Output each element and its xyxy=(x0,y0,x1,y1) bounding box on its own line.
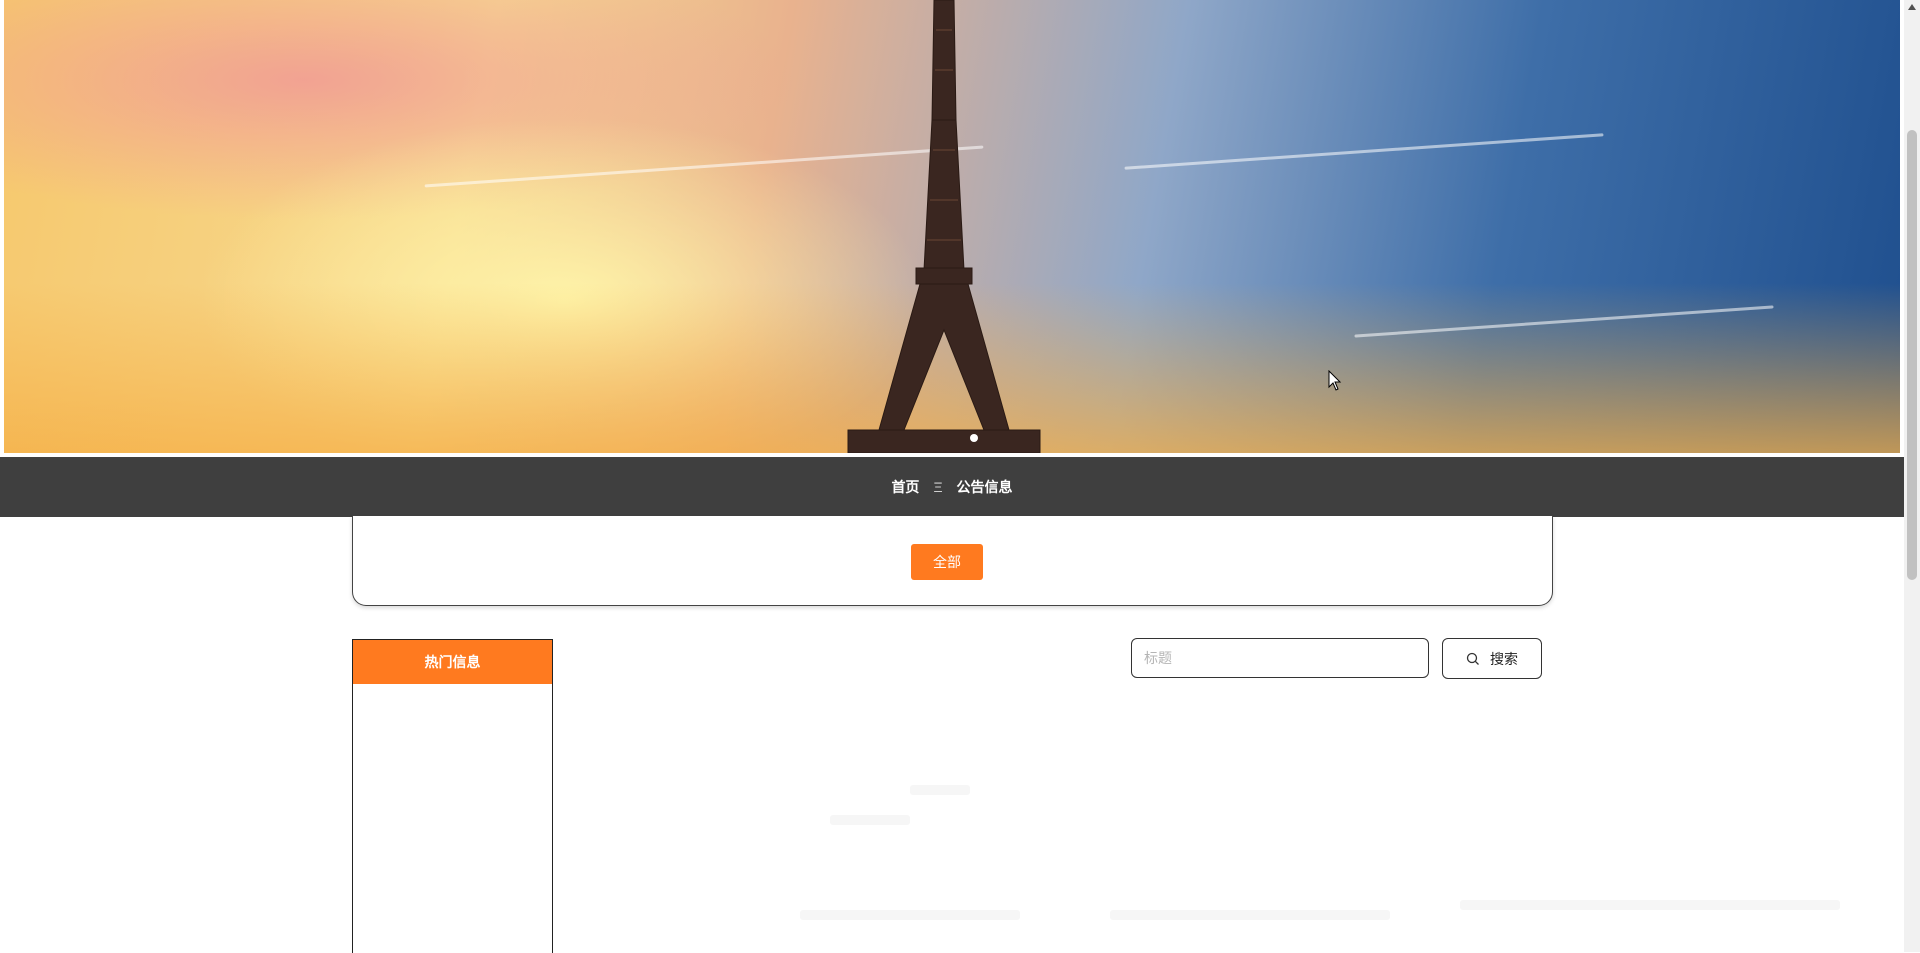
breadcrumb-current: 公告信息 xyxy=(956,479,1013,495)
category-all-button[interactable]: 全部 xyxy=(911,544,983,580)
hot-info-panel: 热门信息 xyxy=(352,639,553,953)
menu-icon: Ξ xyxy=(933,479,943,495)
page-scrollbar[interactable] xyxy=(1904,0,1920,952)
content-placeholder xyxy=(830,815,910,825)
scroll-up-arrow-icon[interactable] xyxy=(1904,0,1920,14)
breadcrumb-home[interactable]: 首页 xyxy=(891,477,919,497)
search-button-label: 搜索 xyxy=(1490,650,1518,667)
search-input[interactable] xyxy=(1131,638,1429,678)
search-icon xyxy=(1466,652,1479,665)
content-placeholder xyxy=(800,910,1020,920)
hero-banner xyxy=(4,0,1900,453)
carousel-dot[interactable] xyxy=(970,434,978,442)
cloud-streak xyxy=(1124,133,1604,170)
content-placeholder xyxy=(1110,910,1390,920)
content-placeholder xyxy=(1460,900,1840,910)
category-filter-card: 全部 xyxy=(352,516,1553,606)
breadcrumb: 首页 Ξ 公告信息 xyxy=(0,457,1904,517)
hot-info-title: 热门信息 xyxy=(353,640,552,684)
eiffel-tower-image xyxy=(847,0,1041,453)
search-button[interactable]: 搜索 xyxy=(1442,638,1542,679)
content-placeholder xyxy=(910,785,970,795)
scrollbar-thumb[interactable] xyxy=(1907,130,1917,580)
mouse-cursor-icon xyxy=(1328,370,1342,391)
